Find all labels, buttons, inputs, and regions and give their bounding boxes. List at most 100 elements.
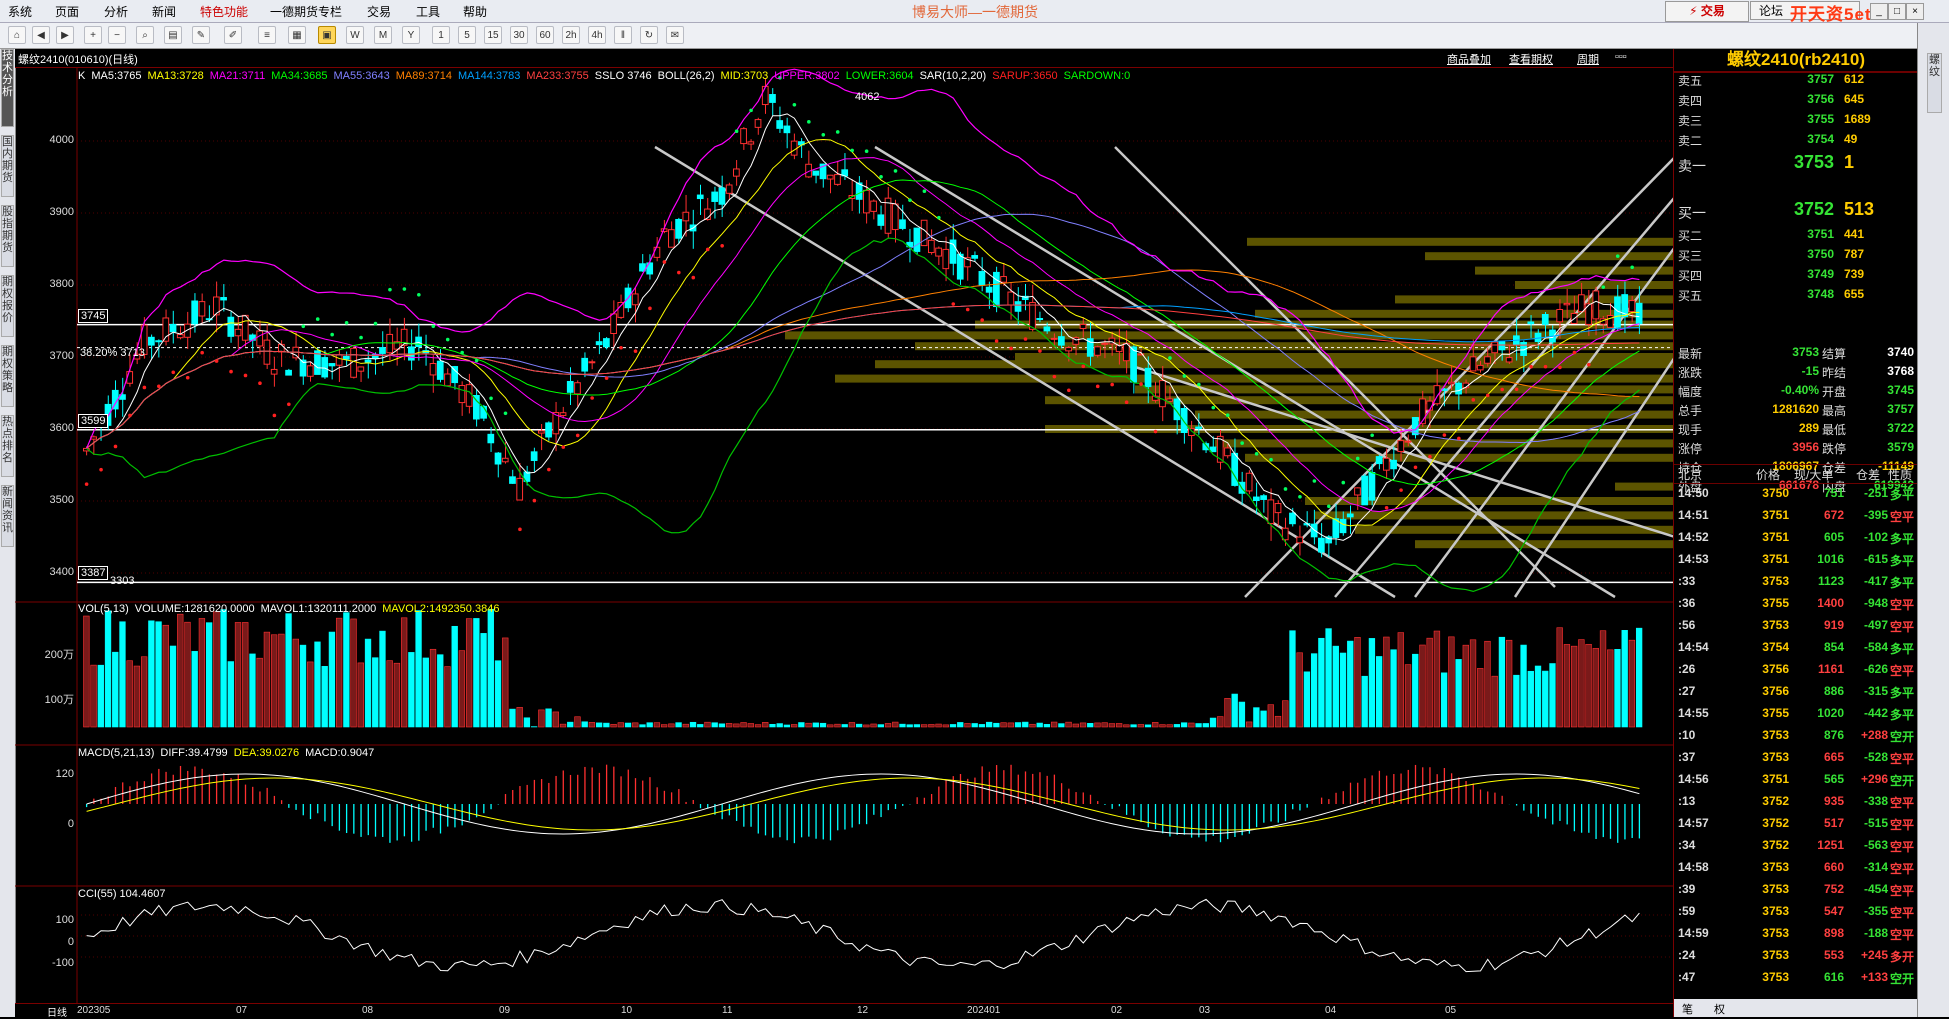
draw-icon[interactable]: ✎ (192, 26, 210, 44)
period-link[interactable]: 周期 (1577, 51, 1599, 67)
chart-icon[interactable]: ▤ (164, 26, 182, 44)
overlay-link[interactable]: 商品叠加 (1447, 51, 1491, 67)
refresh-icon[interactable]: ↻ (640, 26, 658, 44)
order-book-row[interactable]: 卖四3756645 (1674, 92, 1918, 112)
candle-body (322, 358, 328, 377)
volume-bar (1232, 694, 1238, 727)
candle-body (517, 478, 523, 500)
sar-dot (316, 317, 320, 321)
minimize-icon[interactable]: _ (1870, 3, 1888, 20)
period-week-button[interactable]: W (346, 26, 364, 44)
order-book-row[interactable]: 买四3749739 (1674, 267, 1918, 287)
kline-chart[interactable] (15, 67, 1673, 1017)
candle-body (596, 342, 602, 345)
list-icon[interactable]: ≡ (258, 26, 276, 44)
candle-body (502, 458, 508, 461)
volume-bar (690, 722, 696, 727)
back-icon[interactable]: ◀ (32, 26, 50, 44)
menu-yide-column[interactable]: 一德期货专栏 (270, 3, 342, 20)
search-icon[interactable]: ⌕ (136, 26, 154, 44)
order-book-row[interactable]: 买二3751441 (1674, 227, 1918, 247)
tab-option-quotes[interactable]: 期权报价 (1, 275, 14, 337)
order-book-row[interactable]: 卖三37551689 (1674, 112, 1918, 132)
period-60min-button[interactable]: 60 (536, 26, 554, 44)
order-book-price: 3750 (1754, 247, 1834, 261)
volume-bar (329, 632, 335, 727)
period-30min-button[interactable]: 30 (510, 26, 528, 44)
menu-system[interactable]: 系统 (8, 3, 32, 20)
trade-button[interactable]: ⚡ 交易 (1665, 1, 1749, 22)
sar-dot (1529, 365, 1533, 369)
zoom-out-icon[interactable]: − (108, 26, 126, 44)
order-book-row[interactable]: 卖二375449 (1674, 132, 1918, 152)
candle-body (1391, 460, 1397, 468)
sar-dot (301, 324, 305, 328)
cci-y-label: 100 (14, 914, 74, 926)
candle-body (943, 249, 949, 268)
tick-time: 14:57 (1678, 816, 1709, 830)
order-book-row[interactable]: 买三3750787 (1674, 247, 1918, 267)
chart-window-controls[interactable]: ▫▫▫ (1615, 51, 1627, 63)
order-book-label: 卖二 (1678, 132, 1702, 149)
volume-bar (1268, 705, 1274, 727)
tick-time: 14:58 (1678, 860, 1709, 874)
tab-rights[interactable]: 权 (1714, 1001, 1725, 1017)
menu-help[interactable]: 帮助 (463, 3, 487, 20)
period-4h-button[interactable]: 4h (588, 26, 606, 44)
tab-technical-analysis[interactable]: 技术分析 (1, 49, 14, 127)
period-2h-button[interactable]: 2h (562, 26, 580, 44)
sar-dot (1630, 265, 1634, 269)
volume-bar (799, 723, 805, 727)
forward-icon[interactable]: ▶ (56, 26, 74, 44)
tab-ticks[interactable]: 笔 (1682, 1001, 1693, 1017)
period-5min-button[interactable]: 5 (458, 26, 476, 44)
volume-bar (401, 618, 407, 727)
volume-bar (1073, 724, 1079, 727)
vol-y-label: 100万 (14, 691, 74, 707)
volume-bar (517, 707, 523, 727)
tick-nature: 空平 (1890, 596, 1914, 613)
tab-domestic-futures[interactable]: 国内期货 (1, 135, 14, 197)
stat-value: -0.40% (1734, 383, 1819, 397)
tab-contract[interactable]: 螺纹 (1927, 53, 1942, 113)
restore-icon[interactable]: □ (1888, 3, 1906, 20)
tab-news[interactable]: 新闻资讯 (1, 485, 14, 547)
menu-trade[interactable]: 交易 (367, 3, 391, 20)
grid-icon[interactable]: ▦ (288, 26, 306, 44)
menu-page[interactable]: 页面 (55, 3, 79, 20)
tick-time: 14:53 (1678, 552, 1709, 566)
chat-icon[interactable]: ✉ (666, 26, 684, 44)
tick-price: 3753 (1734, 574, 1789, 588)
tick-time: 14:54 (1678, 640, 1709, 654)
sar-dot (200, 351, 204, 355)
zoom-in-icon[interactable]: + (84, 26, 102, 44)
menu-news[interactable]: 新闻 (152, 3, 176, 20)
stat-value: 3722 (1854, 421, 1914, 435)
period-year-button[interactable]: Y (402, 26, 420, 44)
menu-special[interactable]: 特色功能 (200, 3, 248, 20)
menu-analysis[interactable]: 分析 (104, 3, 128, 20)
view-options-link[interactable]: 查看期权 (1509, 51, 1553, 67)
period-month-button[interactable]: M (374, 26, 392, 44)
candle-body (575, 383, 581, 394)
order-book-row[interactable]: 买五3748655 (1674, 287, 1918, 307)
period-15min-button[interactable]: 15 (484, 26, 502, 44)
tick-oi-change: -626 (1846, 662, 1888, 676)
period-day-button[interactable]: ▣ (318, 26, 336, 44)
tab-index-futures[interactable]: 股指期货 (1, 205, 14, 267)
order-book-row[interactable]: 卖五3757612 (1674, 72, 1918, 92)
sar-dot (1024, 337, 1028, 341)
period-1min-button[interactable]: 1 (432, 26, 450, 44)
stat-value: 3579 (1854, 440, 1914, 454)
pause-icon[interactable]: ‖ (614, 26, 632, 44)
tick-price: 3753 (1734, 948, 1789, 962)
close-icon[interactable]: × (1906, 3, 1924, 20)
menu-tools[interactable]: 工具 (416, 3, 440, 20)
tab-hot-ranking[interactable]: 热点排名 (1, 415, 14, 477)
candle-body (827, 175, 833, 179)
tab-option-strategy[interactable]: 期权策略 (1, 345, 14, 407)
home-icon[interactable]: ⌂ (8, 26, 26, 44)
order-book-row[interactable]: 卖一37531 (1674, 152, 1918, 178)
order-book-row[interactable]: 买一3752513 (1674, 199, 1918, 225)
pen-icon[interactable]: ✐ (224, 26, 242, 44)
